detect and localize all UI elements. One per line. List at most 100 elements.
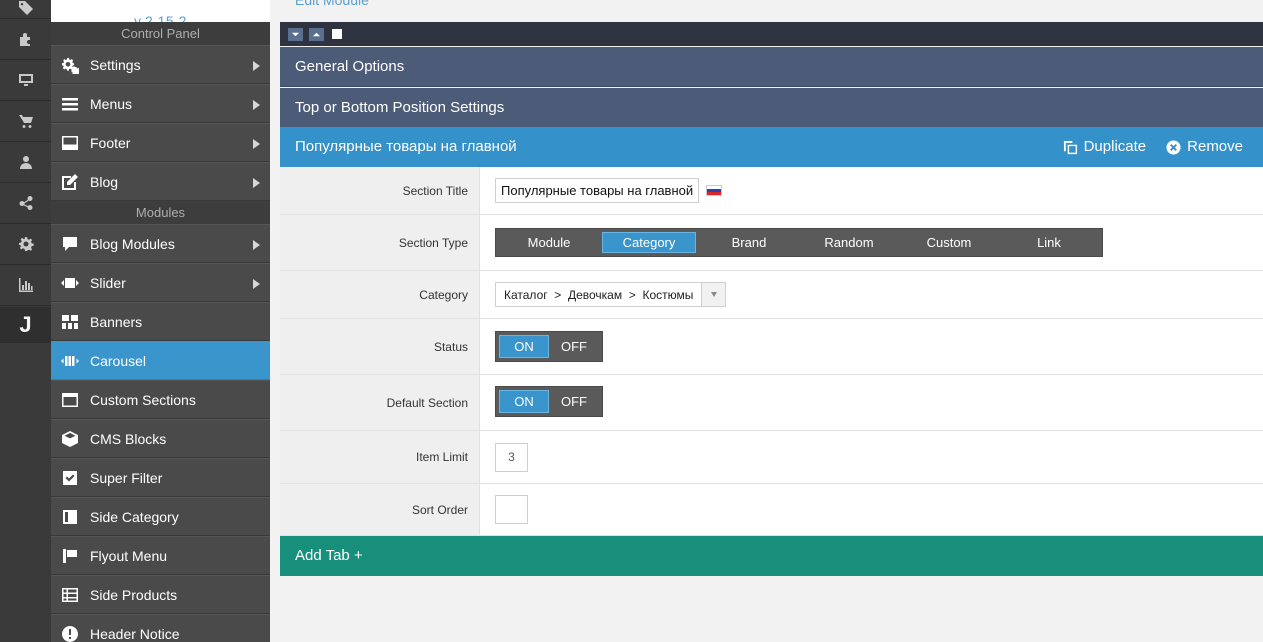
sidebar-item-label: Settings: [90, 56, 141, 73]
section-type-custom[interactable]: Custom: [899, 232, 999, 253]
checkbox-icon: [60, 468, 80, 488]
status-label: Status: [280, 319, 480, 374]
tab-header[interactable]: Популярные товары на главной Duplicate R…: [280, 127, 1263, 167]
sidebar-item-label: Blog: [90, 173, 119, 190]
sidebar: v.2.15.2 Control Panel Settings Menus Fo…: [51, 0, 270, 642]
default-section-off-button[interactable]: OFF: [549, 390, 599, 413]
rail-j-item[interactable]: J: [0, 307, 51, 343]
rail-marketing[interactable]: [0, 183, 51, 224]
bar-chart-icon: [18, 278, 33, 292]
duplicate-label: Duplicate: [1083, 138, 1147, 155]
item-limit-row: Item Limit 3: [280, 431, 1263, 484]
modules-heading: Modules: [51, 201, 270, 224]
cube-icon: [60, 429, 80, 449]
status-off-button[interactable]: OFF: [549, 335, 599, 358]
chevron-right-icon: [253, 178, 260, 188]
rail-customers[interactable]: [0, 142, 51, 183]
copy-icon: [1063, 140, 1077, 154]
default-section-on-button[interactable]: ON: [499, 390, 549, 413]
slider-icon: [60, 273, 80, 293]
sidebar-item-blog[interactable]: Blog: [51, 162, 270, 201]
sidebar-item-blog-modules[interactable]: Blog Modules: [51, 224, 270, 263]
menu-icon: [60, 94, 80, 114]
section-type-random[interactable]: Random: [799, 232, 899, 253]
sidebar-item-cms-blocks[interactable]: CMS Blocks: [51, 419, 270, 458]
sidebar-item-side-category[interactable]: Side Category: [51, 497, 270, 536]
sidebar-item-flyout-menu[interactable]: Flyout Menu: [51, 536, 270, 575]
category-select[interactable]: Каталог > Девочкам > Костюмы: [495, 282, 727, 307]
chevron-right-icon: [253, 100, 260, 110]
sidebar-item-label: Footer: [90, 134, 131, 151]
share-icon: [18, 196, 32, 210]
edit-icon: [60, 172, 80, 192]
item-limit-input[interactable]: 3: [495, 442, 528, 472]
footer-icon: [60, 133, 80, 153]
rail-system[interactable]: [0, 224, 51, 265]
remove-label: Remove: [1187, 138, 1243, 155]
collapse-button[interactable]: [288, 27, 303, 41]
sidebar-item-label: Side Products: [90, 586, 178, 603]
sidebar-item-label: Menus: [90, 95, 133, 112]
default-section-row: Default Section ON OFF: [280, 375, 1263, 431]
tab-title: Популярные товары на главной: [295, 138, 517, 155]
status-row: Status ON OFF: [280, 319, 1263, 375]
category-value: Каталог > Девочкам > Костюмы: [504, 287, 694, 302]
sidebar-item-header-notice[interactable]: Header Notice: [51, 614, 270, 642]
version-label: v.2.15.2: [134, 13, 187, 22]
select-checkbox[interactable]: [332, 29, 342, 39]
chevron-right-icon: [253, 240, 260, 250]
rail-modules[interactable]: [0, 19, 51, 60]
cart-icon: [18, 115, 33, 128]
sidebar-item-slider[interactable]: Slider: [51, 263, 270, 302]
chevron-down-icon: [291, 32, 300, 36]
section-type-label: Section Type: [280, 215, 480, 270]
sidebar-item-footer[interactable]: Footer: [51, 123, 270, 162]
sort-order-input[interactable]: [495, 495, 528, 524]
rail-tags[interactable]: [0, 0, 51, 19]
side-category-icon: [60, 507, 80, 527]
rail-design[interactable]: [0, 60, 51, 101]
section-type-link[interactable]: Link: [999, 232, 1099, 253]
flyout-icon: [60, 546, 80, 566]
sidebar-item-label: Super Filter: [90, 469, 163, 486]
sidebar-item-super-filter[interactable]: Super Filter: [51, 458, 270, 497]
sort-order-label: Sort Order: [280, 484, 480, 535]
close-circle-icon: [1166, 139, 1181, 155]
monitor-icon: [18, 74, 33, 86]
section-title-input[interactable]: Популярные товары на главной: [495, 178, 700, 203]
section-type-row: Section Type Module Category Brand Rando…: [280, 215, 1263, 271]
general-options-header[interactable]: General Options: [280, 47, 1263, 87]
section-type-brand[interactable]: Brand: [699, 232, 799, 253]
rail-reports[interactable]: [0, 265, 51, 306]
sidebar-item-side-products[interactable]: Side Products: [51, 575, 270, 614]
sidebar-item-label: Header Notice: [90, 625, 180, 642]
sidebar-item-carousel[interactable]: Carousel: [51, 341, 270, 380]
grid-icon: [60, 312, 80, 332]
chevron-up-icon: [312, 32, 321, 36]
category-row: Category Каталог > Девочкам > Костюмы: [280, 271, 1263, 319]
sidebar-item-custom-sections[interactable]: Custom Sections: [51, 380, 270, 419]
section-type-module[interactable]: Module: [499, 232, 599, 253]
sidebar-item-banners[interactable]: Banners: [51, 302, 270, 341]
comment-icon: [60, 234, 80, 254]
expand-button[interactable]: [309, 27, 324, 41]
puzzle-icon: [19, 33, 30, 46]
sidebar-item-settings[interactable]: Settings: [51, 45, 270, 84]
rail-sales[interactable]: [0, 101, 51, 142]
status-on-button[interactable]: ON: [499, 335, 549, 358]
add-tab-button[interactable]: Add Tab +: [280, 536, 1263, 576]
remove-button[interactable]: Remove: [1166, 127, 1243, 167]
user-icon: [19, 156, 32, 169]
add-tab-label: Add Tab +: [295, 547, 363, 564]
sidebar-item-menus[interactable]: Menus: [51, 84, 270, 123]
status-toggle: ON OFF: [495, 331, 603, 362]
position-settings-header[interactable]: Top or Bottom Position Settings: [280, 88, 1263, 128]
dropdown-arrow-icon: [701, 283, 726, 306]
section-type-category[interactable]: Category: [602, 232, 696, 253]
section-title-row: Section Title Популярные товары на главн…: [280, 167, 1263, 215]
control-panel-heading: Control Panel: [51, 22, 270, 45]
duplicate-button[interactable]: Duplicate: [1063, 127, 1147, 167]
sidebar-item-label: Blog Modules: [90, 235, 175, 252]
breadcrumb[interactable]: Edit Module: [295, 0, 369, 8]
carousel-icon: [60, 351, 80, 371]
